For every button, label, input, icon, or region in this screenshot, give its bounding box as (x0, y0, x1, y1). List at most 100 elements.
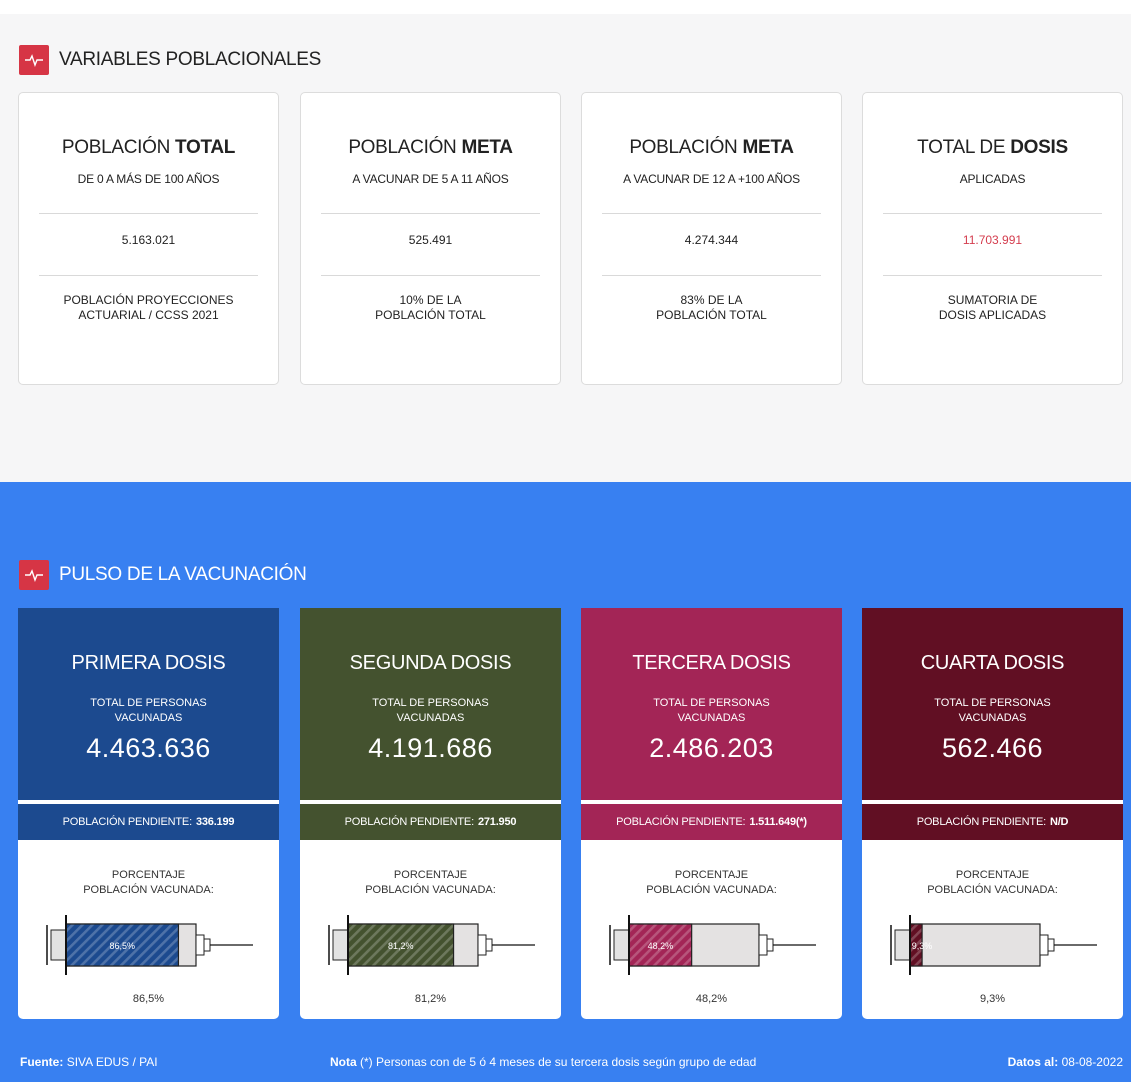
syringe-progress: 86,5% (46, 910, 256, 980)
syringe-svg: 86,5% (46, 915, 253, 975)
dose-title: SEGUNDA DOSIS (349, 652, 512, 674)
card-subtitle: A VACUNAR DE 12 A +100 AÑOS (623, 172, 800, 186)
percent-label-line2: POBLACIÓN VACUNADA: (927, 884, 1058, 896)
card-subtitle: APLICADAS (959, 172, 1026, 186)
dose-total: 4.191.686 (368, 733, 493, 763)
syringe-hub (477, 934, 487, 956)
footer-fuente-label: Fuente: (20, 1055, 64, 1069)
dose-total: 562.466 (941, 733, 1044, 763)
dose-card-segunda: SEGUNDA DOSIS TOTAL DE PERSONAS VACUNADAS… (300, 608, 561, 1019)
footer-datos: Datos al: 08-08-2022 (1008, 1055, 1123, 1069)
card-title-bold: META (742, 137, 794, 158)
dose-card-cuarta: CUARTA DOSIS TOTAL DE PERSONAS VACUNADAS … (862, 608, 1123, 1019)
dose-header: SEGUNDA DOSIS TOTAL DE PERSONAS VACUNADAS… (300, 608, 561, 800)
card-footnote: 83% DE LA POBLACIÓN TOTAL (602, 293, 821, 323)
dose-title: TERCERA DOSIS (632, 652, 791, 674)
syringe-percent-label: 81,2% (388, 941, 414, 951)
card-poblacion-meta-5-11: POBLACIÓN META A VACUNAR DE 5 A 11 AÑOS … (300, 92, 561, 385)
card-value: 525.491 (408, 233, 453, 247)
pulse-icon (19, 560, 49, 590)
percent-value: 86,5% (132, 993, 165, 1005)
dose-title: PRIMERA DOSIS (71, 652, 226, 674)
card-title-pre: TOTAL DE (917, 137, 1011, 158)
percent-label-line2: POBLACIÓN VACUNADA: (365, 884, 496, 896)
dose-subtitle-line2: VACUNADAS (958, 712, 1027, 724)
percent-value: 48,2% (695, 993, 728, 1005)
percent-value: 9,3% (979, 993, 1006, 1005)
dose-subtitle: TOTAL DE PERSONAS VACUNADAS (641, 696, 782, 726)
syringe-tip (766, 938, 774, 952)
card-title-pre: POBLACIÓN (348, 137, 462, 158)
dose-subtitle-line1: TOTAL DE PERSONAS (653, 697, 770, 709)
card-poblacion-meta-12-100: POBLACIÓN META A VACUNAR DE 12 A +100 AÑ… (581, 92, 842, 385)
dose-card-tercera: TERCERA DOSIS TOTAL DE PERSONAS VACUNADAS… (581, 608, 842, 1019)
divider (883, 275, 1102, 276)
variables-header: VARIABLES POBLACIONALES (19, 45, 321, 75)
pending-bar: POBLACIÓN PENDIENTE: 271.950 (300, 804, 561, 840)
dose-header: TERCERA DOSIS TOTAL DE PERSONAS VACUNADAS… (581, 608, 842, 800)
dose-subtitle-line2: VACUNADAS (114, 712, 183, 724)
syringe-svg: 48,2% (609, 915, 816, 975)
card-subtitle: DE 0 A MÁS DE 100 AÑOS (77, 172, 220, 186)
percent-label: PORCENTAJE POBLACIÓN VACUNADA: (862, 868, 1123, 898)
pending-label: POBLACIÓN PENDIENTE: (62, 816, 192, 828)
pending-value: 336.199 (195, 816, 235, 828)
syringe-plunger (613, 929, 630, 961)
pending-bar: POBLACIÓN PENDIENTE: 1.511.649(*) (581, 804, 842, 840)
card-footnote: SUMATORIA DE DOSIS APLICADAS (883, 293, 1102, 323)
dose-header: PRIMERA DOSIS TOTAL DE PERSONAS VACUNADAS… (18, 608, 279, 800)
percent-label-line1: PORCENTAJE (674, 869, 749, 881)
percent-label-line1: PORCENTAJE (111, 869, 186, 881)
pending-value: 1.511.649(*) (749, 816, 807, 828)
percent-label-line2: POBLACIÓN VACUNADA: (83, 884, 214, 896)
syringe-progress: 81,2% (328, 910, 538, 980)
dose-title: CUARTA DOSIS (920, 652, 1065, 674)
footer-nota: Nota (*) Personas con de 5 ó 4 meses de … (330, 1055, 756, 1069)
dose-subtitle: TOTAL DE PERSONAS VACUNADAS (78, 696, 219, 726)
card-footnote-line2: POBLACIÓN TOTAL (656, 308, 767, 322)
syringe-hub (195, 934, 205, 956)
variables-title: VARIABLES POBLACIONALES (59, 49, 322, 70)
card-footnote-line2: POBLACIÓN TOTAL (375, 308, 486, 322)
footer-datos-label: Datos al: (1007, 1055, 1059, 1069)
syringe-tip (203, 938, 211, 952)
pending-label: POBLACIÓN PENDIENTE: (916, 816, 1046, 828)
dose-subtitle: TOTAL DE PERSONAS VACUNADAS (360, 696, 501, 726)
syringe-percent-label: 48,2% (648, 941, 674, 951)
syringe-tip (485, 938, 493, 952)
pulse-icon (19, 45, 49, 75)
syringe-progress: 48,2% (609, 910, 819, 980)
syringe-percent-label: 86,5% (109, 941, 135, 951)
percent-value: 81,2% (414, 993, 447, 1005)
percent-label: PORCENTAJE POBLACIÓN VACUNADA: (300, 868, 561, 898)
syringe-plunger (332, 929, 349, 961)
pending-value: 271.950 (477, 816, 517, 828)
pulso-header: PULSO DE LA VACUNACIÓN (19, 560, 307, 590)
dose-subtitle: TOTAL DE PERSONAS VACUNADAS (922, 696, 1063, 726)
syringe-plunger (894, 929, 911, 961)
card-title: POBLACIÓN META (301, 137, 560, 159)
syringe-hub (758, 934, 768, 956)
card-footnote: POBLACIÓN PROYECCIONES ACTUARIAL / CCSS 2… (39, 293, 258, 323)
percent-label: PORCENTAJE POBLACIÓN VACUNADA: (18, 868, 279, 898)
dose-header: CUARTA DOSIS TOTAL DE PERSONAS VACUNADAS … (862, 608, 1123, 800)
card-footnote-line1: 83% DE LA (680, 293, 743, 307)
card-title-pre: POBLACIÓN (61, 137, 176, 158)
dose-total: 2.486.203 (649, 733, 774, 763)
card-value: 5.163.021 (121, 233, 176, 247)
dose-subtitle-line1: TOTAL DE PERSONAS (934, 697, 1051, 709)
footer-fuente: Fuente: SIVA EDUS / PAI (20, 1055, 158, 1069)
percent-label: PORCENTAJE POBLACIÓN VACUNADA: (581, 868, 842, 898)
divider (602, 213, 821, 214)
dose-subtitle-line2: VACUNADAS (396, 712, 465, 724)
pending-label: POBLACIÓN PENDIENTE: (616, 816, 746, 828)
card-title: POBLACIÓN META (582, 137, 841, 159)
card-footnote-line1: SUMATORIA DE (947, 293, 1038, 307)
pending-label: POBLACIÓN PENDIENTE: (344, 816, 474, 828)
syringe-progress: 9,3% (890, 910, 1100, 980)
card-value: 11.703.991 (962, 233, 1023, 247)
dose-subtitle-line1: TOTAL DE PERSONAS (90, 697, 207, 709)
pulso-section: PULSO DE LA VACUNACIÓN PRIMERA DOSIS TOT… (0, 482, 1131, 1082)
pulso-title: PULSO DE LA VACUNACIÓN (59, 564, 307, 585)
syringe-hub (1039, 934, 1049, 956)
